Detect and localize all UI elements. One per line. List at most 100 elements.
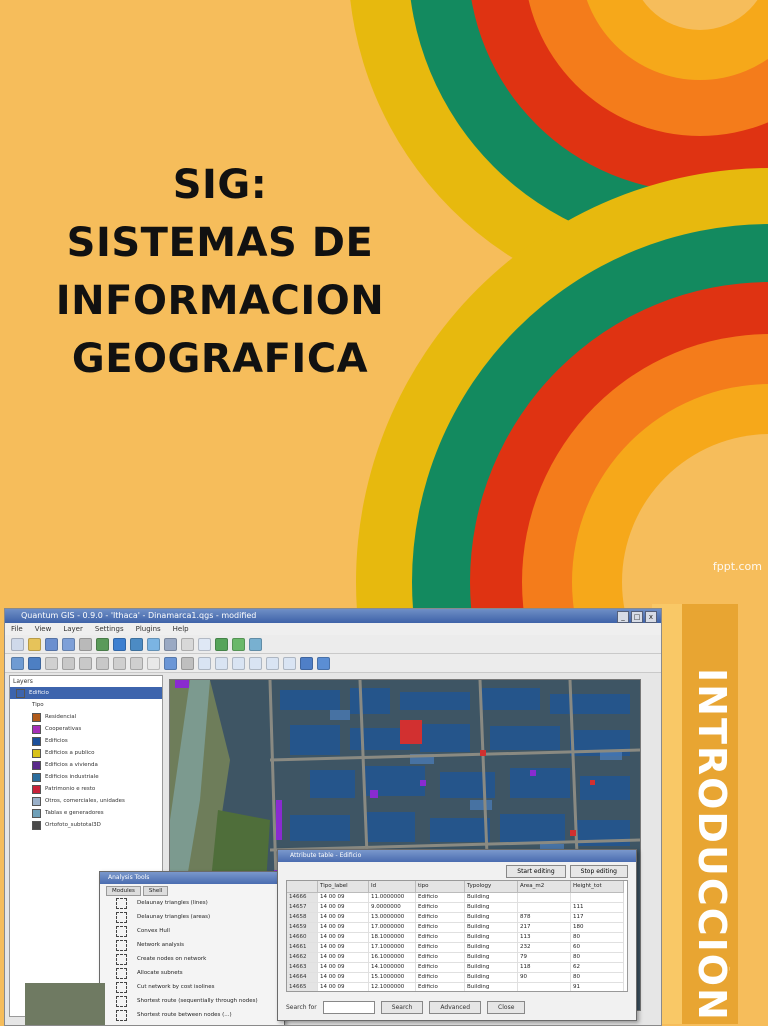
layer-item[interactable]: Cooperativas xyxy=(10,723,162,735)
table-row[interactable]: 14665 14 00 09 12.1000000 Edificio Building 9… xyxy=(287,983,627,991)
table-row[interactable]: 14662 14 00 09 16.1000000 Edificio Building 7… xyxy=(287,953,627,963)
toolbox-item[interactable]: Shortest route (sequentially through nod… xyxy=(100,994,284,1008)
table-row[interactable]: 14657 14 00 09 9.0000000 Edificio Building 11… xyxy=(287,903,627,913)
layer-item[interactable]: Edificio xyxy=(10,687,162,699)
select-icon[interactable] xyxy=(147,656,160,670)
toolbar-map xyxy=(5,654,661,673)
add-raster-icon[interactable] xyxy=(113,637,126,651)
pan-icon[interactable] xyxy=(11,656,24,670)
column-header[interactable]: Area_m2 xyxy=(518,881,571,893)
map-tips-icon[interactable] xyxy=(300,656,313,670)
minimize-button[interactable]: _ xyxy=(617,611,629,623)
toolbox-item[interactable]: Delaunay triangles (areas) xyxy=(100,910,284,924)
advanced-button[interactable]: Advanced xyxy=(429,1001,482,1014)
layer-properties-icon[interactable] xyxy=(164,637,177,651)
print-icon[interactable] xyxy=(79,637,92,651)
table-cell: 14.1000000 xyxy=(369,963,416,973)
tab-shell[interactable]: Shell xyxy=(142,886,169,896)
zoom-layer-icon[interactable] xyxy=(266,656,279,670)
menu-view[interactable]: View xyxy=(35,623,52,635)
save-project-icon[interactable] xyxy=(45,637,58,651)
menu-plugins[interactable]: Plugins xyxy=(136,623,161,635)
background-photo-thumbnail xyxy=(25,983,105,1025)
add-vector-icon[interactable] xyxy=(96,637,109,651)
add-vertex-icon[interactable] xyxy=(113,656,126,670)
search-button[interactable]: Search xyxy=(380,1001,424,1014)
toolbox-item[interactable]: Convex Hull xyxy=(100,924,284,938)
refresh-icon[interactable] xyxy=(28,656,41,670)
cut-icon[interactable] xyxy=(62,656,75,670)
measure-icon[interactable] xyxy=(181,656,194,670)
zoom-full-icon[interactable] xyxy=(232,656,245,670)
layer-item[interactable]: Tipo xyxy=(10,699,162,711)
maximize-button[interactable]: □ xyxy=(631,611,643,623)
layer-item[interactable]: Ortofoto_subtotal3D xyxy=(10,819,162,831)
menu-settings[interactable]: Settings xyxy=(95,623,124,635)
layer-label: Tipo xyxy=(32,702,44,708)
menu-layer[interactable]: Layer xyxy=(63,623,83,635)
window-controls: _ □ x xyxy=(617,611,657,623)
layer-item[interactable]: Tablas e generadores xyxy=(10,807,162,819)
toolbox-item[interactable]: Allocate subnets xyxy=(100,966,284,980)
zoom-out-icon[interactable] xyxy=(215,656,228,670)
layer-item[interactable]: Patrimonio e resto xyxy=(10,783,162,795)
column-header[interactable]: Id xyxy=(369,881,416,893)
table-cell: 14 00 09 xyxy=(318,953,369,963)
layer-item[interactable]: Edificios a publico xyxy=(10,747,162,759)
capture-point-icon[interactable] xyxy=(181,637,194,651)
search-input[interactable] xyxy=(322,1001,375,1014)
zoom-selection-icon[interactable] xyxy=(249,656,262,670)
add-postgis-icon[interactable] xyxy=(130,637,143,651)
table-row[interactable]: 14663 14 00 09 14.1000000 Edificio Building 1… xyxy=(287,963,627,973)
new-project-icon[interactable] xyxy=(11,637,24,651)
column-header[interactable]: tipo xyxy=(416,881,465,893)
gps-icon[interactable] xyxy=(249,637,262,651)
toolbox-item[interactable]: Delaunay triangles (lines) xyxy=(100,896,284,910)
bookmarks-icon[interactable] xyxy=(317,656,330,670)
menu-file[interactable]: File xyxy=(11,623,23,635)
start-editing-button[interactable]: Start editing xyxy=(506,865,566,878)
identify-icon[interactable] xyxy=(164,656,177,670)
grass-tools-icon[interactable] xyxy=(215,637,228,651)
grass-region-icon[interactable] xyxy=(232,637,245,651)
layer-label: Edificios a vivienda xyxy=(45,762,98,768)
column-header[interactable]: Height_tot xyxy=(571,881,624,893)
close-table-button[interactable]: Close xyxy=(487,1001,526,1014)
layer-item[interactable]: Edificios a vivienda xyxy=(10,759,162,771)
column-header[interactable]: Tipo_label xyxy=(318,881,369,893)
add-wms-icon[interactable] xyxy=(147,637,160,651)
toolbox-item[interactable]: Shortest route between nodes (...) xyxy=(100,1008,284,1022)
column-header[interactable]: Typology xyxy=(465,881,518,893)
close-button[interactable]: x xyxy=(645,611,657,623)
table-row[interactable]: 14660 14 00 09 18.1000000 Edificio Building 1… xyxy=(287,933,627,943)
layer-item[interactable]: Residencial xyxy=(10,711,162,723)
table-row[interactable]: 14664 14 00 09 15.1000000 Edificio Building 9… xyxy=(287,973,627,983)
layer-item[interactable]: Otros, comerciales, unidades xyxy=(10,795,162,807)
attribute-grid[interactable]: Tipo_label Id tipo Typology Area_m2 Height_to… xyxy=(286,880,628,992)
table-row[interactable]: 14659 14 00 09 17.0000000 Edificio Building 2… xyxy=(287,923,627,933)
zoom-in-icon[interactable] xyxy=(198,656,211,670)
table-row[interactable]: 14661 14 00 09 17.1000000 Edificio Building 2… xyxy=(287,943,627,953)
table-row[interactable]: 14666 14 00 09 11.0000000 Edificio Building xyxy=(287,893,627,903)
copy-icon[interactable] xyxy=(79,656,92,670)
edit-icon[interactable] xyxy=(45,656,58,670)
open-project-icon[interactable] xyxy=(28,637,41,651)
toolbox-item[interactable]: Create nodes on network xyxy=(100,952,284,966)
toolbox-item[interactable]: Cut network by cost isolines xyxy=(100,980,284,994)
help-icon[interactable] xyxy=(198,637,211,651)
layer-item[interactable]: Edificios industriale xyxy=(10,771,162,783)
save-as-icon[interactable] xyxy=(62,637,75,651)
window-title: Quantum GIS - 0.9.0 - 'Ithaca' - Dinamar… xyxy=(21,611,257,620)
stop-editing-button[interactable]: Stop editing xyxy=(569,865,628,878)
toolbox-item[interactable]: Network analysis xyxy=(100,938,284,952)
layer-item[interactable]: Edificios xyxy=(10,735,162,747)
table-cell: Building xyxy=(465,913,518,923)
zoom-last-icon[interactable] xyxy=(283,656,296,670)
tab-modules[interactable]: Modules xyxy=(106,886,141,896)
move-vertex-icon[interactable] xyxy=(130,656,143,670)
menu-help[interactable]: Help xyxy=(173,623,189,635)
table-cell xyxy=(518,983,571,991)
paste-icon[interactable] xyxy=(96,656,109,670)
table-row[interactable]: 14658 14 00 09 13.0000000 Edificio Building 8… xyxy=(287,913,627,923)
toolbox-title: Analysis Tools xyxy=(100,872,284,884)
